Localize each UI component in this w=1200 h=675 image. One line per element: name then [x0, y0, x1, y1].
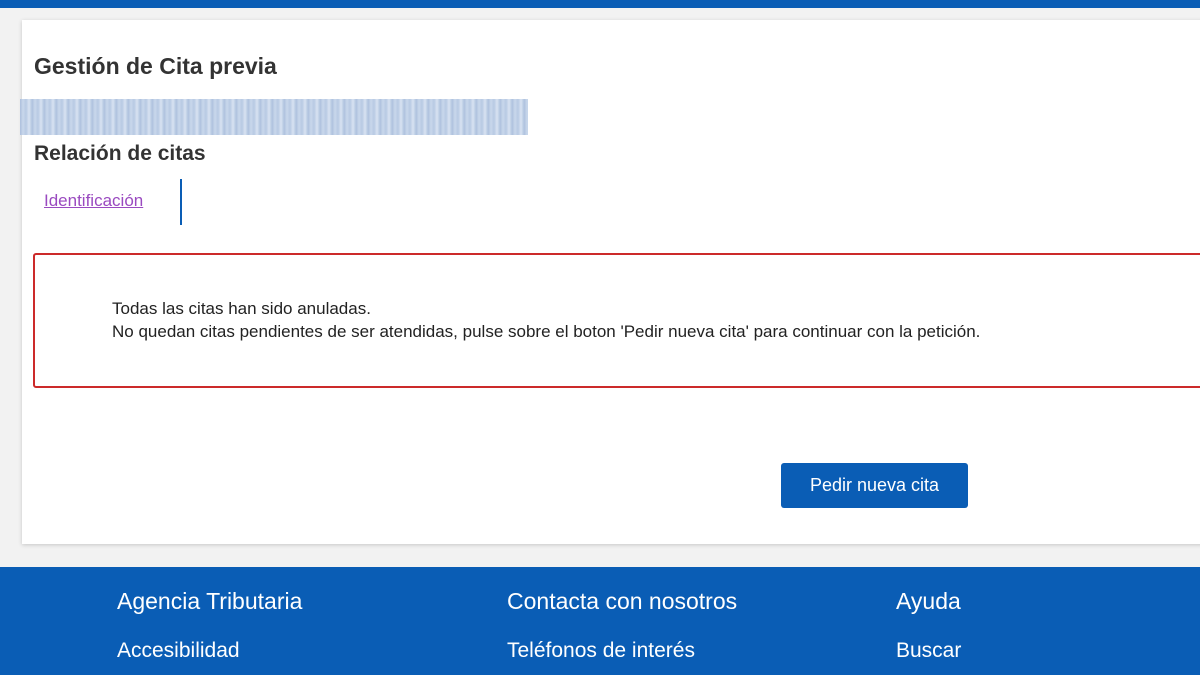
alert-message-line2: No quedan citas pendientes de ser atendi…: [112, 322, 981, 341]
alert-message-line1: Todas las citas han sido anuladas.: [112, 299, 371, 318]
footer-link-accesibilidad[interactable]: Accesibilidad: [117, 639, 240, 663]
footer-heading-contacta[interactable]: Contacta con nosotros: [507, 588, 737, 615]
section-title: Relación de citas: [34, 142, 206, 165]
alert-box: [33, 253, 1200, 388]
footer-link-buscar[interactable]: Buscar: [896, 639, 961, 663]
tab-divider: [180, 179, 182, 225]
tab-identificacion[interactable]: Identificación: [44, 191, 143, 211]
redacted-banner: [20, 99, 528, 135]
footer-heading-ayuda[interactable]: Ayuda: [896, 588, 961, 615]
new-appointment-button[interactable]: Pedir nueva cita: [781, 463, 968, 508]
page-title: Gestión de Cita previa: [34, 53, 277, 79]
top-brand-bar: [0, 0, 1200, 8]
footer-link-telefonos[interactable]: Teléfonos de interés: [507, 639, 695, 663]
footer-heading-agencia[interactable]: Agencia Tributaria: [117, 588, 302, 615]
